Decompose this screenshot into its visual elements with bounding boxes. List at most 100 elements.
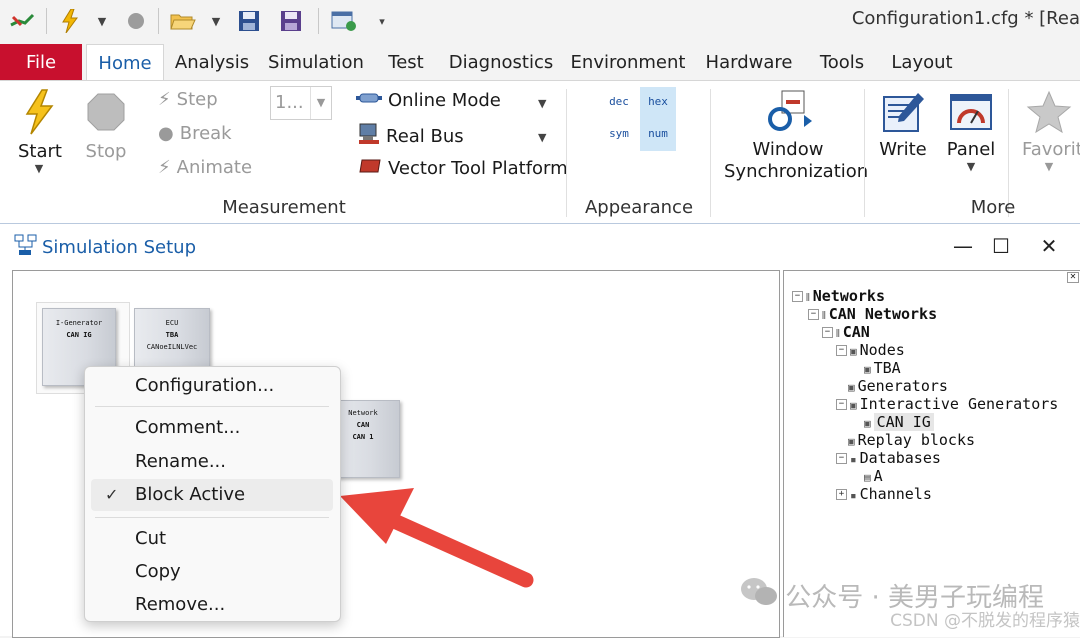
menu-item-copy[interactable]: Copy <box>91 556 333 588</box>
tab-analysis[interactable]: Analysis <box>170 44 254 80</box>
csdn-watermark: CSDN @不脱发的程序猿 <box>890 611 1080 631</box>
chevron-down-icon: ▼ <box>1044 160 1054 173</box>
tree-item-interactive-generators[interactable]: − ▣ Interactive Generators <box>836 395 1058 413</box>
separator <box>158 8 159 34</box>
tab-test[interactable]: Test <box>380 44 432 80</box>
break-label: Break <box>179 123 232 144</box>
collapse-icon[interactable]: − <box>808 309 819 320</box>
hex-format-button[interactable]: hex <box>640 87 676 117</box>
tree-item-generators[interactable]: ▣ Generators <box>848 377 948 395</box>
animate-button[interactable]: ⚡ Animate <box>158 157 252 178</box>
block-type-label: ECU <box>165 319 179 327</box>
online-mode-label: Online Mode <box>388 90 501 111</box>
collapse-icon[interactable]: − <box>836 399 847 410</box>
tree-label: Replay blocks <box>857 431 976 449</box>
customize-quick-access-icon[interactable]: ▾ <box>372 6 392 36</box>
separator <box>566 89 567 217</box>
sim-window-title: Simulation Setup <box>14 234 196 261</box>
window-synchronization-button[interactable]: Window Synchronization <box>724 85 868 183</box>
generator-icon: ▣ <box>864 417 871 430</box>
online-mode-icon <box>356 89 382 112</box>
animate-label: Animate <box>176 157 253 178</box>
write-pencil-icon <box>876 89 930 139</box>
tree-item-can-ig[interactable]: ▣ CAN IG <box>864 413 934 431</box>
tab-tools[interactable]: Tools <box>810 44 874 80</box>
online-mode-button[interactable]: Online Mode <box>356 89 501 112</box>
sym-format-button[interactable]: sym <box>604 121 634 147</box>
menu-item-configuration[interactable]: Configuration... <box>91 370 333 402</box>
chevron-down-icon[interactable]: ▼ <box>206 6 226 36</box>
menu-item-cut[interactable]: Cut <box>91 523 333 555</box>
menu-item-remove[interactable]: Remove... <box>91 589 333 621</box>
write-button[interactable]: Write <box>876 89 930 160</box>
menu-item-block-active[interactable]: ✓ Block Active <box>91 479 333 511</box>
tab-home[interactable]: Home <box>86 44 164 82</box>
window-title: Configuration1.cfg * [Rea <box>851 8 1080 29</box>
menu-item-comment[interactable]: Comment... <box>91 412 333 444</box>
lightning-start-icon[interactable] <box>56 6 84 36</box>
pane-close-icon[interactable]: ✕ <box>1067 272 1079 283</box>
database-file-icon: ▤ <box>864 471 871 484</box>
real-bus-button[interactable]: Real Bus <box>358 123 464 150</box>
tree-label: CAN <box>842 323 870 341</box>
tree-label: Networks <box>812 287 885 305</box>
expand-icon[interactable]: + <box>836 489 847 500</box>
context-menu: Configuration... Comment... Rename... ✓ … <box>84 366 341 622</box>
close-button[interactable]: ✕ <box>1034 232 1064 260</box>
chevron-down-icon: ▼ <box>966 160 976 173</box>
maximize-button[interactable]: ☐ <box>986 232 1016 260</box>
break-button[interactable]: ● Break <box>158 123 232 144</box>
tree-label: TBA <box>873 359 901 377</box>
tree-item-replay-blocks[interactable]: ▣ Replay blocks <box>848 431 975 449</box>
save-icon[interactable] <box>234 6 264 36</box>
tree-item-tba[interactable]: ▣ TBA <box>864 359 901 377</box>
collapse-icon[interactable]: − <box>822 327 833 338</box>
animate-icon: ⚡ <box>158 157 171 178</box>
database-icon: ▪ <box>850 453 857 466</box>
chevron-down-icon[interactable]: ▼ <box>92 6 112 36</box>
open-folder-icon[interactable] <box>168 6 198 36</box>
vector-tool-platform-button[interactable]: Vector Tool Platform <box>358 157 568 180</box>
collapse-icon[interactable]: − <box>836 453 847 464</box>
channel-icon: ▪ <box>850 489 857 502</box>
num-format-button[interactable]: num <box>640 117 676 151</box>
tree-item-database-a[interactable]: ▤ A <box>864 467 883 485</box>
step-icon: ⚡ <box>158 89 171 110</box>
collapse-icon[interactable]: − <box>792 291 803 302</box>
stop-octagon-icon <box>84 89 128 139</box>
minimize-button[interactable]: — <box>948 232 978 260</box>
tab-file[interactable]: File <box>0 44 82 80</box>
window-layout-icon[interactable] <box>328 6 360 36</box>
start-button[interactable]: Start ▼ <box>18 89 62 175</box>
separator <box>710 89 711 217</box>
tree-label: A <box>873 467 883 485</box>
tab-diagnostics[interactable]: Diagnostics <box>446 44 556 80</box>
tree-item-databases[interactable]: − ▪ Databases <box>836 449 941 467</box>
more-group-label: More <box>970 197 1016 218</box>
ribbon-tab-bar: File Home Analysis Simulation Test Diagn… <box>0 44 1080 82</box>
tab-layout[interactable]: Layout <box>886 44 958 80</box>
stop-circle-icon[interactable] <box>122 6 150 36</box>
stop-button[interactable]: Stop <box>84 89 128 162</box>
chevron-down-icon[interactable]: ▼ <box>538 131 546 144</box>
collapse-icon[interactable]: − <box>836 345 847 356</box>
dec-format-button[interactable]: dec <box>604 89 634 115</box>
chevron-down-icon[interactable]: ▼ <box>538 97 546 110</box>
step-button[interactable]: ⚡ Step <box>158 89 218 110</box>
tree-item-nodes[interactable]: − ▣ Nodes <box>836 341 905 359</box>
menu-item-rename[interactable]: Rename... <box>91 446 333 478</box>
tab-environment[interactable]: Environment <box>570 44 686 80</box>
menu-separator <box>95 406 329 407</box>
tree-label: CAN Networks <box>828 305 938 323</box>
tree-item-channels[interactable]: + ▪ Channels <box>836 485 932 503</box>
panel-button[interactable]: Panel ▼ <box>944 89 998 173</box>
stop-label: Stop <box>85 141 127 162</box>
tab-simulation[interactable]: Simulation <box>266 44 366 80</box>
step-count-select[interactable]: 1... ▼ <box>270 86 332 120</box>
tab-hardware[interactable]: Hardware <box>700 44 798 80</box>
sim-window-title-text: Simulation Setup <box>42 237 196 258</box>
tree-label: Interactive Generators <box>859 395 1059 413</box>
separator <box>318 8 319 34</box>
save-as-icon[interactable] <box>276 6 306 36</box>
favorites-button[interactable]: Favorite ▼ <box>1018 89 1080 173</box>
